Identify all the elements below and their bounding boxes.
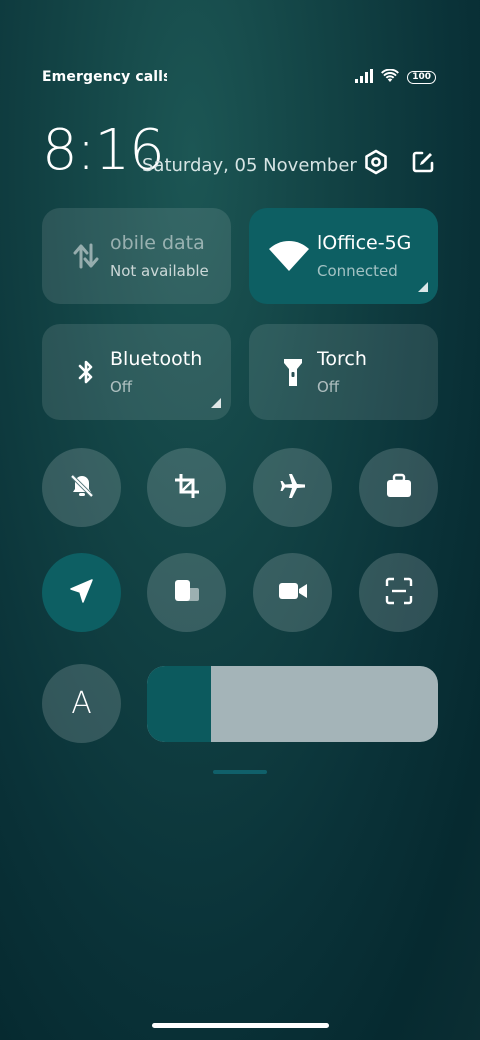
mobile-data-icon xyxy=(68,240,104,272)
location-icon xyxy=(68,577,96,609)
tile-wifi[interactable]: lOffice-5G Connected xyxy=(249,208,438,304)
tile-wifi-subtitle: Connected xyxy=(317,262,398,280)
toggle-screen-cast[interactable] xyxy=(147,553,226,632)
panel-drag-handle[interactable] xyxy=(213,770,267,774)
wifi-icon xyxy=(267,240,311,272)
tile-mobile-data-title: obile data xyxy=(110,232,205,254)
brightness-slider[interactable] xyxy=(147,666,438,742)
toggle-auto-brightness[interactable]: A xyxy=(42,664,121,743)
briefcase-icon xyxy=(385,473,413,503)
toggle-work[interactable] xyxy=(359,448,438,527)
toggle-scan[interactable] xyxy=(359,553,438,632)
tile-mobile-data[interactable]: obile data Not available xyxy=(42,208,231,304)
status-bar: Emergency calls o 100 xyxy=(42,66,436,88)
edit-icon xyxy=(411,150,435,178)
toggle-video-record[interactable] xyxy=(253,553,332,632)
crop-icon xyxy=(173,472,201,504)
tile-mobile-data-subtitle: Not available xyxy=(110,262,209,280)
tile-wifi-title: lOffice-5G xyxy=(317,232,412,254)
tile-torch-subtitle: Off xyxy=(317,378,340,396)
battery-indicator: 100 xyxy=(407,70,436,84)
torch-icon xyxy=(275,356,311,388)
settings-button[interactable] xyxy=(362,149,390,179)
toggle-airplane[interactable] xyxy=(253,448,332,527)
video-record-icon xyxy=(278,580,308,606)
scan-icon xyxy=(385,577,413,609)
airplane-icon xyxy=(279,472,307,504)
expand-corner-icon[interactable] xyxy=(418,282,428,292)
toggle-mute[interactable] xyxy=(42,448,121,527)
tile-torch[interactable]: Torch Off xyxy=(249,324,438,420)
screen-cast-icon xyxy=(172,577,202,609)
auto-brightness-icon: A xyxy=(71,686,92,721)
brightness-slider-fill xyxy=(147,666,212,742)
date-label: Saturday, 05 November xyxy=(142,155,357,176)
toggle-crop[interactable] xyxy=(147,448,226,527)
carrier-label: Emergency calls o xyxy=(42,69,167,85)
settings-icon xyxy=(363,149,389,179)
tile-bluetooth-title: Bluetooth xyxy=(110,348,203,370)
bluetooth-icon xyxy=(68,356,104,388)
wifi-status-icon xyxy=(381,68,400,87)
expand-corner-icon[interactable] xyxy=(211,398,221,408)
tile-bluetooth-subtitle: Off xyxy=(110,378,133,396)
tile-bluetooth[interactable]: Bluetooth Off xyxy=(42,324,231,420)
edit-button[interactable] xyxy=(409,150,437,178)
home-indicator[interactable] xyxy=(152,1023,329,1028)
tile-torch-title: Torch xyxy=(317,348,367,370)
mute-icon xyxy=(68,472,96,504)
toggle-location[interactable] xyxy=(42,553,121,632)
signal-icon xyxy=(355,68,374,87)
